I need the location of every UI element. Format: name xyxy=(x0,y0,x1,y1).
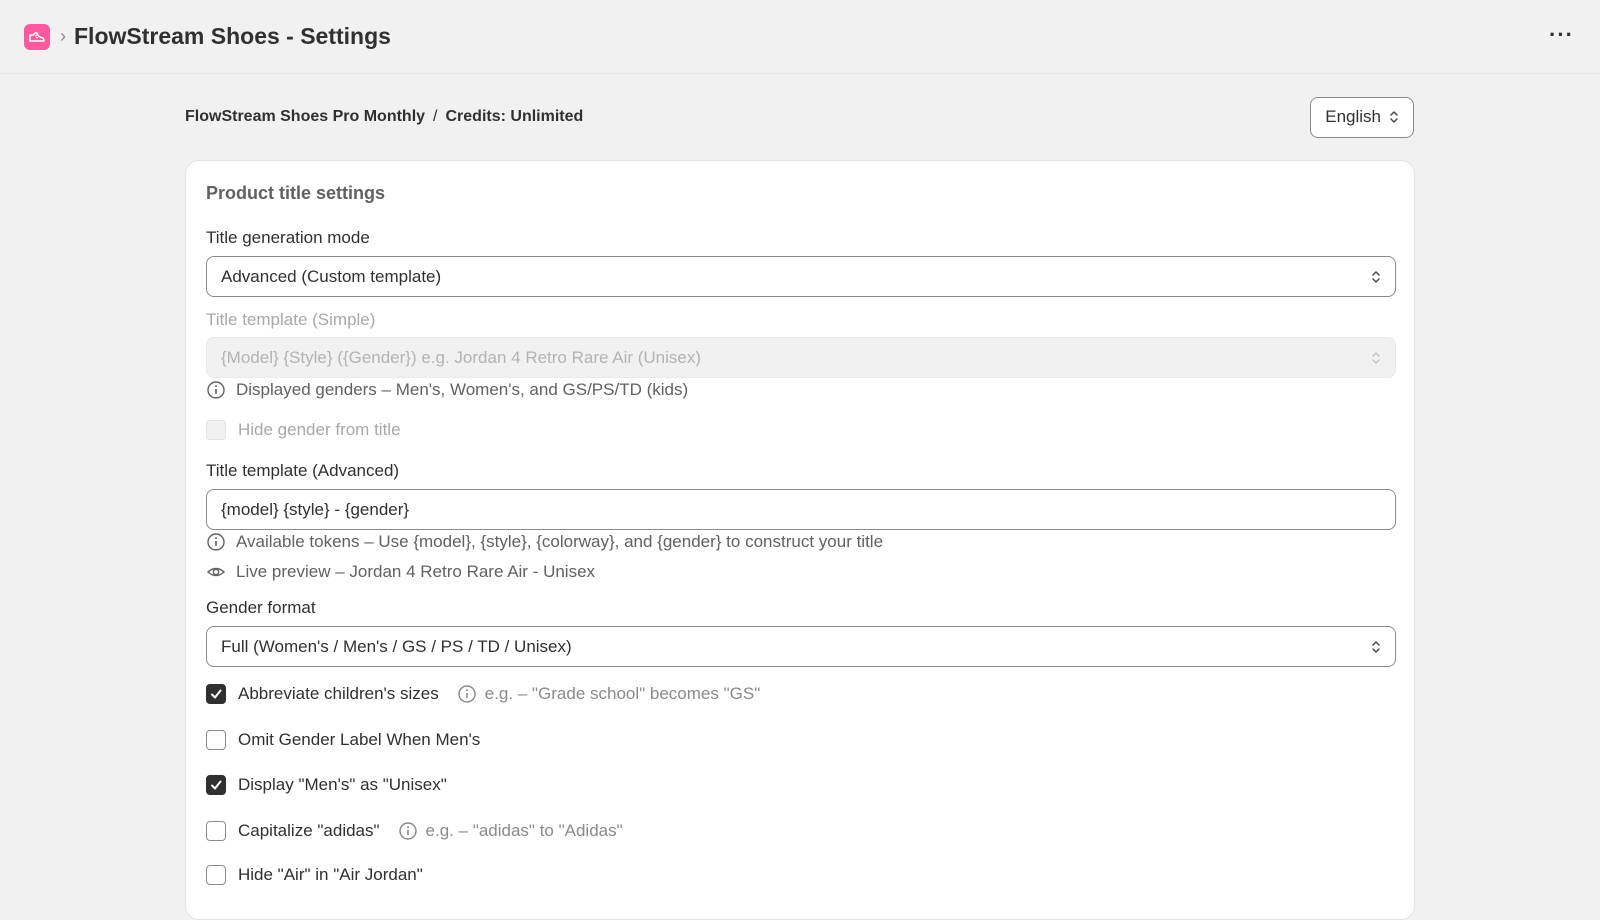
capitalize-adidas-row[interactable]: Capitalize "adidas" e.g. – "adidas" to "… xyxy=(206,821,623,841)
simple-template-help: Displayed genders – Men's, Women's, and … xyxy=(206,380,688,400)
simple-template-select[interactable]: {Model} {Style} ({Gender}) e.g. Jordan 4… xyxy=(206,337,1396,378)
page-title: FlowStream Shoes - Settings xyxy=(74,23,391,49)
mens-as-unisex-row[interactable]: Display "Men's" as "Unisex" xyxy=(206,775,447,795)
live-preview-text: Live preview – Jordan 4 Retro Rare Air -… xyxy=(236,562,596,581)
capitalize-adidas-label: Capitalize "adidas" xyxy=(238,821,380,840)
abbreviate-kids-hint-text: e.g. – "Grade school" becomes "GS" xyxy=(484,684,761,703)
gender-format-value: Full (Women's / Men's / GS / PS / TD / U… xyxy=(221,636,572,656)
advanced-template-input[interactable]: {model} {style} - {gender} xyxy=(206,489,1396,530)
abbreviate-kids-hint: e.g. – "Grade school" becomes "GS" xyxy=(457,684,761,704)
language-select[interactable]: English xyxy=(1310,96,1414,138)
language-value: English xyxy=(1325,107,1381,126)
top-bar: › FlowStream Shoes - Settings ··· xyxy=(0,0,1600,74)
shoe-icon xyxy=(24,23,50,50)
omit-mens-label: Omit Gender Label When Men's xyxy=(238,730,481,749)
hide-air-checkbox[interactable] xyxy=(206,865,226,885)
hide-gender-checkbox[interactable] xyxy=(206,420,226,440)
info-icon xyxy=(458,685,476,703)
capitalize-adidas-hint: e.g. – "adidas" to "Adidas" xyxy=(398,821,623,841)
tokens-help: Available tokens – Use {model}, {style},… xyxy=(206,532,883,552)
abbreviate-kids-checkbox[interactable] xyxy=(206,684,226,704)
simple-template-label: Title template (Simple) xyxy=(206,310,376,329)
plan-info: FlowStream Shoes Pro Monthly / Credits: Un… xyxy=(185,108,583,126)
plan-separator: / xyxy=(433,108,438,125)
mens-as-unisex-label: Display "Men's" as "Unisex" xyxy=(238,775,447,794)
more-actions-button[interactable]: ··· xyxy=(1549,24,1574,46)
gender-format-label: Gender format xyxy=(206,598,316,617)
select-arrows-icon xyxy=(1372,351,1380,364)
live-preview: Live preview – Jordan 4 Retro Rare Air -… xyxy=(206,562,595,582)
title-mode-select[interactable]: Advanced (Custom template) xyxy=(206,256,1396,297)
hide-gender-label: Hide gender from title xyxy=(238,420,401,439)
title-settings-card: Product title settings Title generation … xyxy=(185,160,1415,920)
main-content: FlowStream Shoes Pro Monthly / Credits: Un… xyxy=(185,74,1415,920)
capitalize-adidas-checkbox[interactable] xyxy=(206,821,226,841)
select-arrows-icon xyxy=(1390,111,1398,123)
select-arrows-icon xyxy=(1372,270,1380,283)
abbreviate-kids-label: Abbreviate children's sizes xyxy=(238,684,439,703)
info-icon xyxy=(207,381,225,399)
hide-air-label: Hide "Air" in "Air Jordan" xyxy=(238,865,423,884)
hide-air-row[interactable]: Hide "Air" in "Air Jordan" xyxy=(206,865,423,885)
plan-name: FlowStream Shoes Pro Monthly xyxy=(185,108,426,125)
info-icon xyxy=(398,822,417,840)
advanced-template-value: {model} {style} - {gender} xyxy=(221,499,410,519)
simple-template-value: {Model} {Style} ({Gender}) e.g. Jordan 4… xyxy=(221,347,702,367)
eye-icon xyxy=(206,567,226,577)
gender-format-select[interactable]: Full (Women's / Men's / GS / PS / TD / U… xyxy=(206,626,1396,667)
capitalize-adidas-hint-text: e.g. – "adidas" to "Adidas" xyxy=(425,821,623,840)
card-title: Product title settings xyxy=(206,183,386,203)
omit-mens-row[interactable]: Omit Gender Label When Men's xyxy=(206,730,480,750)
plan-row: FlowStream Shoes Pro Monthly / Credits: Un… xyxy=(185,74,1415,160)
hide-gender-checkbox-row[interactable]: Hide gender from title xyxy=(206,420,401,440)
checkmark-icon xyxy=(211,689,222,699)
title-mode-value: Advanced (Custom template) xyxy=(221,266,442,286)
omit-mens-checkbox[interactable] xyxy=(206,730,226,750)
advanced-template-label: Title template (Advanced) xyxy=(206,461,400,480)
mode-label: Title generation mode xyxy=(206,228,370,247)
mens-as-unisex-checkbox[interactable] xyxy=(206,775,226,795)
select-arrows-icon xyxy=(1372,640,1380,653)
checkmark-icon xyxy=(211,780,222,790)
info-icon xyxy=(207,533,225,551)
tokens-help-text: Available tokens – Use {model}, {style},… xyxy=(236,532,884,551)
simple-template-help-text: Displayed genders – Men's, Women's, and … xyxy=(236,380,689,399)
credits-label: Credits: Unlimited xyxy=(445,108,584,125)
chevron-right-icon: › xyxy=(60,26,66,46)
abbreviate-kids-row[interactable]: Abbreviate children's sizes e.g. – "Grad… xyxy=(206,684,760,704)
